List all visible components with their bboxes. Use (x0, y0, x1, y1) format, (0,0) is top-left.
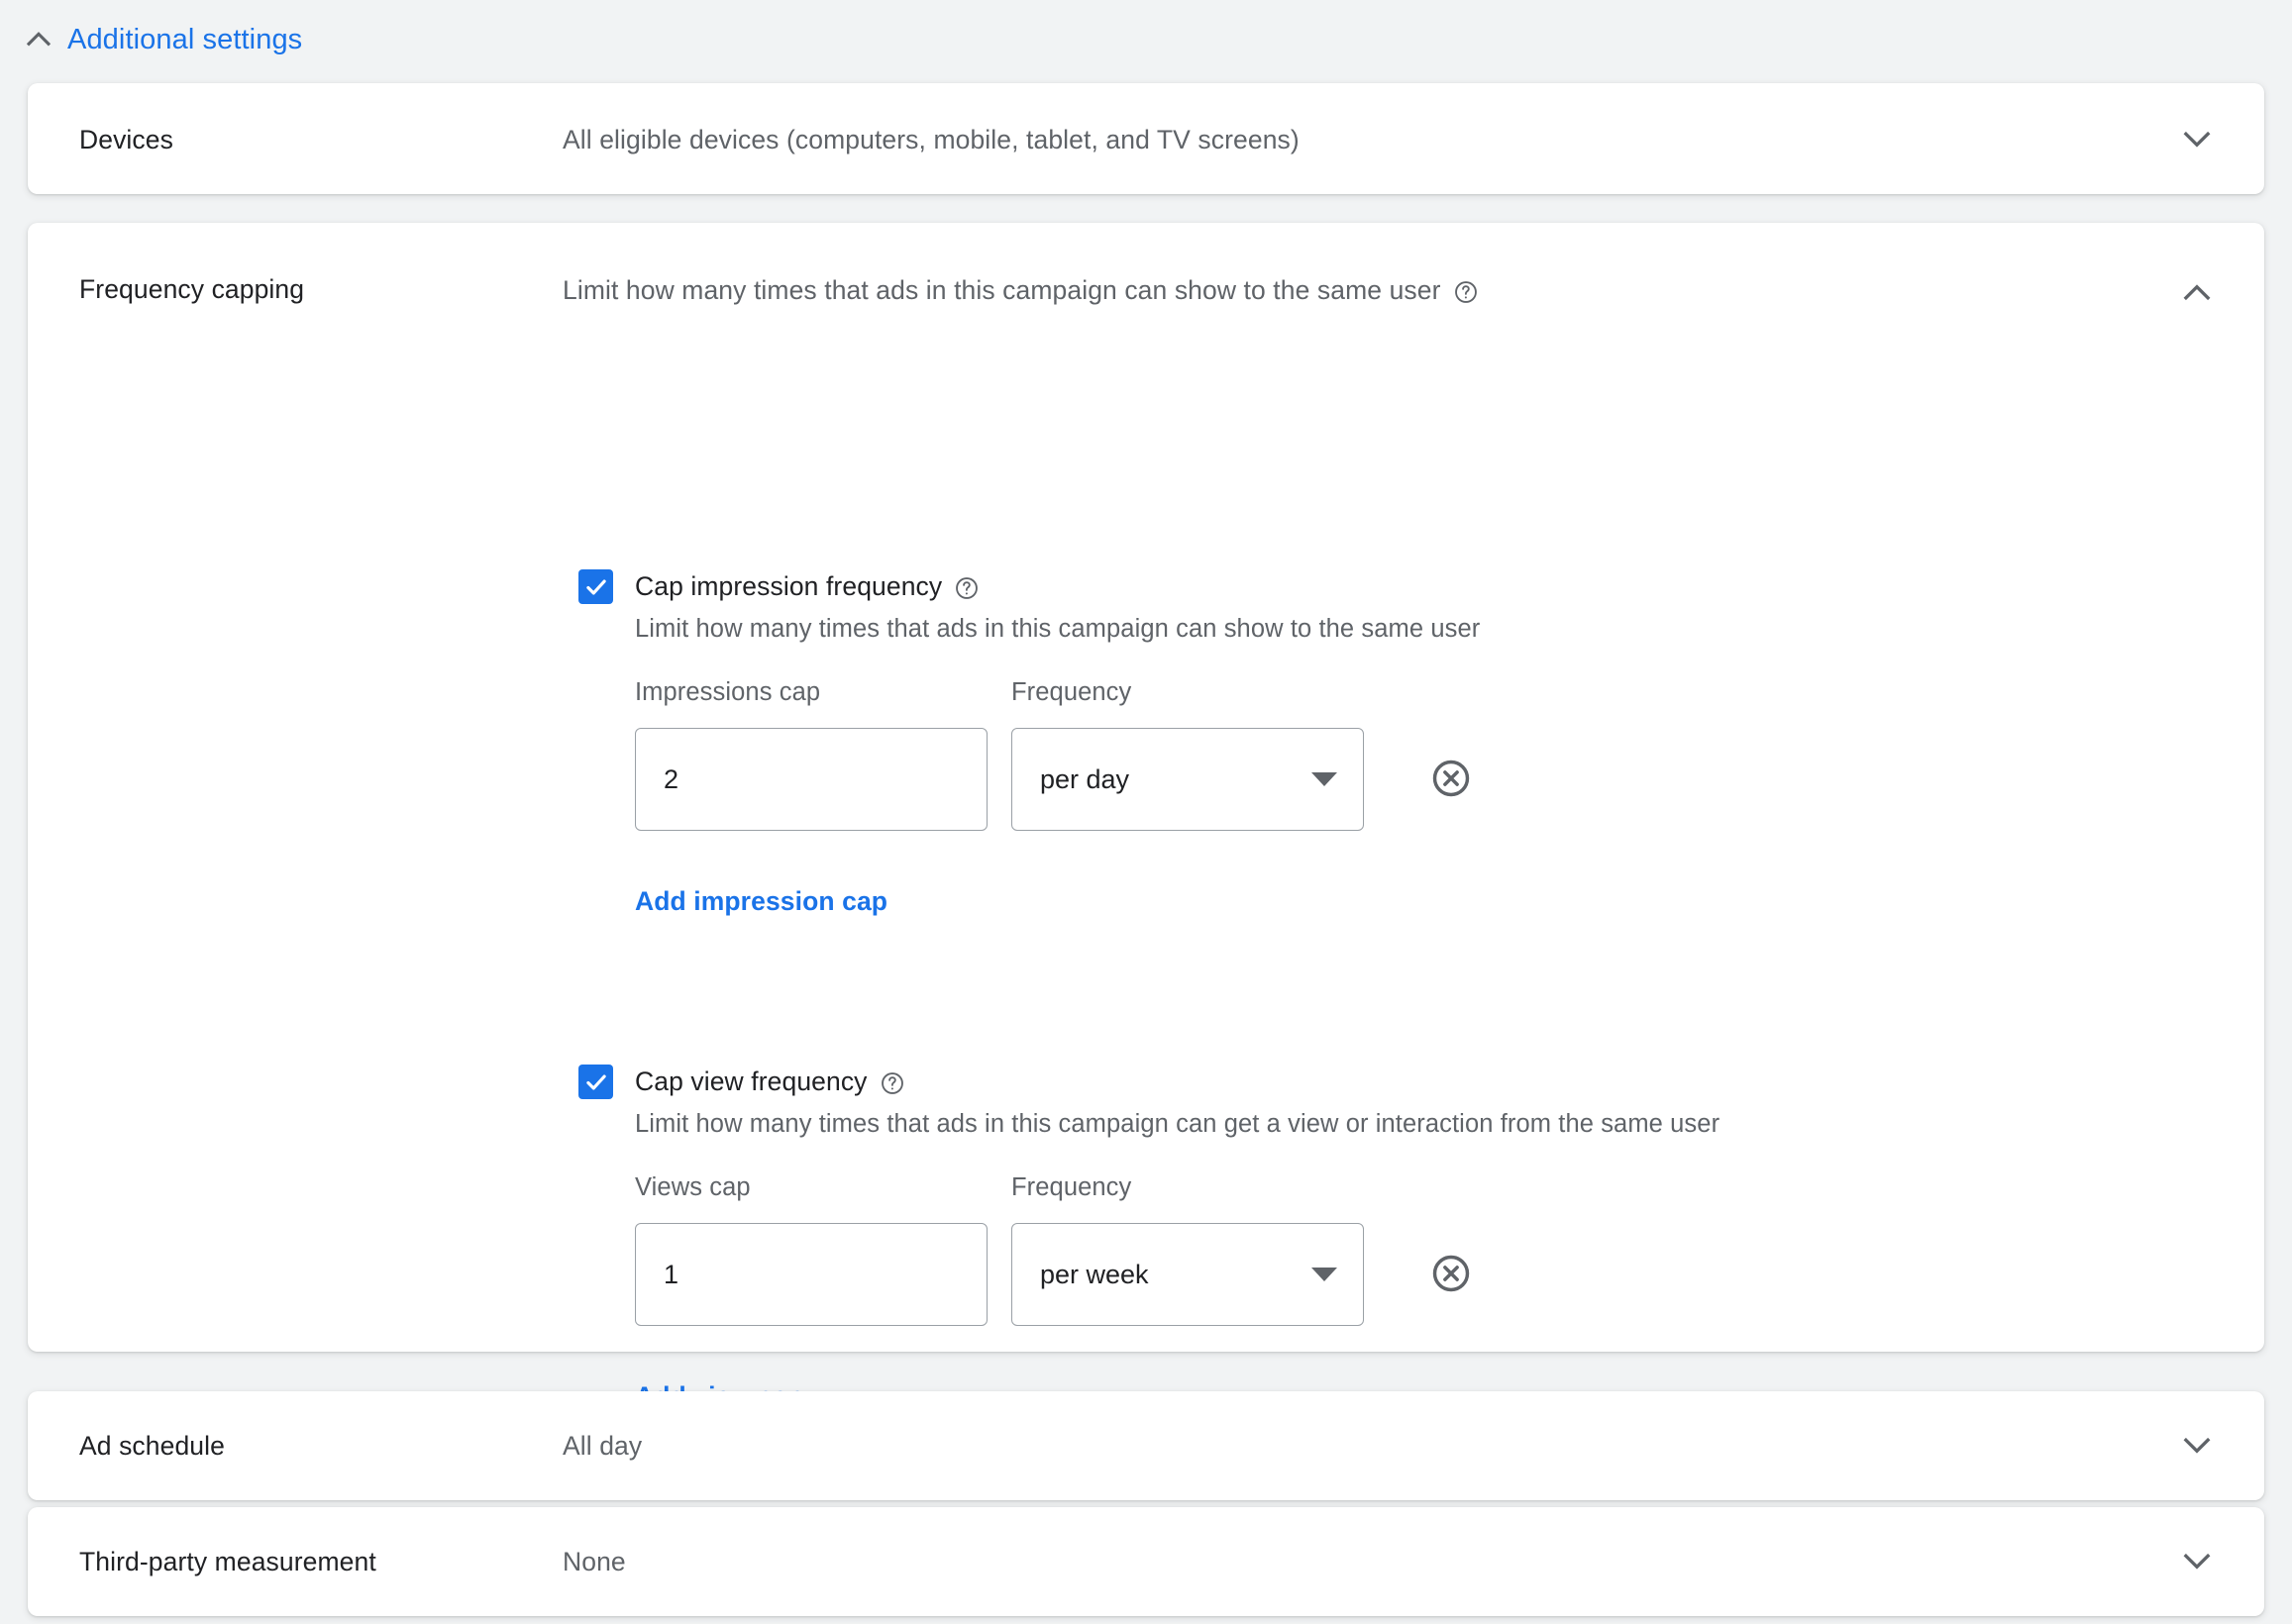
ad-schedule-row[interactable]: Ad schedule All day (28, 1391, 2264, 1500)
chevron-up-icon[interactable] (2171, 267, 2223, 319)
chevron-down-icon[interactable] (2171, 1419, 2223, 1471)
third-party-measurement-card[interactable]: Third-party measurement None (28, 1507, 2264, 1616)
view-frequency-label: Frequency (1011, 1173, 1364, 1202)
frequency-capping-label: Frequency capping (79, 274, 304, 305)
cap-view-frequency-label: Cap view frequency (635, 1066, 868, 1097)
additional-settings-page: Additional settings Devices All eligible… (0, 0, 2292, 1624)
remove-view-cap-button[interactable] (1425, 1248, 1477, 1299)
help-circle-icon[interactable] (880, 1070, 905, 1096)
chevron-down-icon[interactable] (2171, 1535, 2223, 1586)
additional-settings-label[interactable]: Additional settings (67, 23, 302, 56)
chevron-down-icon[interactable] (2171, 113, 2223, 164)
view-frequency-value: per week (1040, 1260, 1149, 1290)
impressions-cap-label: Impressions cap (635, 678, 988, 707)
remove-impression-cap-button[interactable] (1425, 753, 1477, 804)
devices-label: Devices (79, 125, 173, 155)
view-cap-fields: Views cap 1 Frequency per week (635, 1173, 1719, 1326)
cap-view-frequency-checkbox[interactable] (578, 1065, 613, 1099)
impressions-cap-input[interactable]: 2 (635, 728, 988, 831)
cap-impression-frequency-description: Limit how many times that ads in this ca… (635, 615, 1480, 644)
impression-frequency-value: per day (1040, 764, 1129, 795)
impressions-cap-field: Impressions cap 2 (635, 678, 988, 831)
cap-view-frequency-description: Limit how many times that ads in this ca… (635, 1110, 1719, 1139)
views-cap-label: Views cap (635, 1173, 988, 1202)
ad-schedule-label: Ad schedule (79, 1431, 225, 1462)
chevron-down-icon (1311, 1268, 1337, 1281)
chevron-up-icon[interactable] (22, 23, 55, 56)
view-frequency-select[interactable]: per week (1011, 1223, 1364, 1326)
help-circle-icon[interactable] (954, 575, 980, 601)
help-circle-icon[interactable] (1453, 279, 1479, 305)
cap-impression-frequency-label: Cap impression frequency (635, 571, 942, 602)
cap-impression-frequency-block: Cap impression frequency Limit how many … (578, 569, 1480, 917)
frequency-capping-description-row: Limit how many times that ads in this ca… (563, 275, 1479, 306)
frequency-capping-description: Limit how many times that ads in this ca… (563, 275, 1441, 306)
ad-schedule-card[interactable]: Ad schedule All day (28, 1391, 2264, 1500)
third-party-measurement-value: None (563, 1547, 626, 1577)
view-frequency-field: Frequency per week (1011, 1173, 1364, 1326)
devices-value: All eligible devices (computers, mobile,… (563, 125, 1300, 155)
third-party-measurement-label: Third-party measurement (79, 1547, 376, 1577)
cap-impression-frequency-checkbox[interactable] (578, 569, 613, 604)
views-cap-field: Views cap 1 (635, 1173, 988, 1326)
cap-view-frequency-title-group: Cap view frequency (635, 1066, 905, 1097)
impression-frequency-label: Frequency (1011, 678, 1364, 707)
devices-card[interactable]: Devices All eligible devices (computers,… (28, 83, 2264, 194)
ad-schedule-value: All day (563, 1431, 642, 1462)
frequency-capping-card: Frequency capping Limit how many times t… (28, 223, 2264, 1352)
cap-impression-frequency-row[interactable]: Cap impression frequency (578, 569, 1480, 604)
impression-cap-fields: Impressions cap 2 Frequency per day (635, 678, 1480, 831)
impression-frequency-select[interactable]: per day (1011, 728, 1364, 831)
add-impression-cap-link[interactable]: Add impression cap (635, 886, 887, 917)
devices-row[interactable]: Devices All eligible devices (computers,… (28, 83, 2264, 194)
impression-frequency-field: Frequency per day (1011, 678, 1364, 831)
additional-settings-header[interactable]: Additional settings (22, 20, 302, 59)
views-cap-input[interactable]: 1 (635, 1223, 988, 1326)
cap-impression-frequency-title-group: Cap impression frequency (635, 571, 980, 602)
third-party-measurement-row[interactable]: Third-party measurement None (28, 1507, 2264, 1616)
cap-view-frequency-block: Cap view frequency Limit how many times … (578, 1065, 1719, 1412)
chevron-down-icon (1311, 772, 1337, 786)
cap-view-frequency-row[interactable]: Cap view frequency (578, 1065, 1719, 1099)
